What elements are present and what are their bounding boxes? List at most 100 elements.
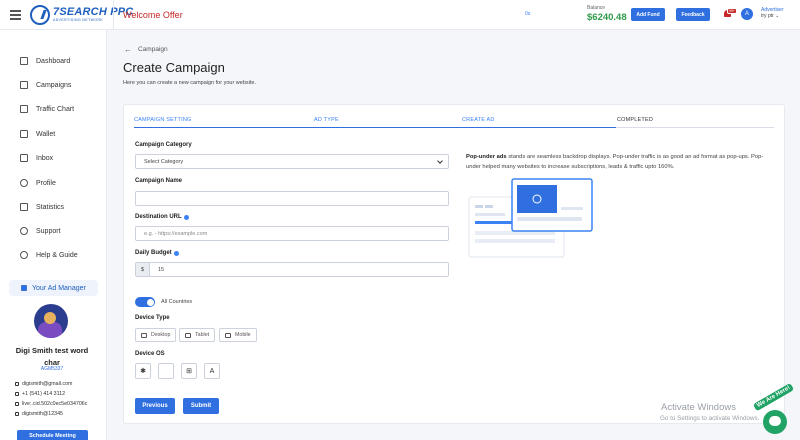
apple-icon[interactable] bbox=[158, 363, 174, 379]
info-icon[interactable] bbox=[173, 250, 179, 256]
timer-text: 0s bbox=[525, 11, 531, 17]
desktop-icon bbox=[141, 332, 147, 338]
top-bar: 7SEARCH PPC ADVERTISING NETWORK Welcome … bbox=[0, 0, 800, 30]
sidebar-item-help[interactable]: Help & Guide bbox=[20, 251, 78, 259]
ad-manager-header: Your Ad Manager bbox=[9, 280, 98, 296]
sidebar-item-support[interactable]: Support bbox=[20, 227, 61, 235]
step-campaign-setting[interactable]: CAMPAIGN SETTING bbox=[134, 117, 192, 123]
sidebar-item-campaigns[interactable]: Campaigns bbox=[20, 81, 71, 89]
destination-url-input[interactable]: e.g. - https://example.com bbox=[135, 226, 449, 241]
phone-icon bbox=[15, 392, 19, 396]
balance: Balance $6240.48 bbox=[587, 5, 627, 23]
sidebar-item-statistics[interactable]: Statistics bbox=[20, 203, 64, 211]
manager-phone[interactable]: +1 (541) 414 3112 bbox=[15, 391, 65, 397]
logo[interactable]: 7SEARCH PPC ADVERTISING NETWORK bbox=[30, 5, 133, 25]
info-icon[interactable] bbox=[183, 214, 189, 220]
daily-budget-label: Daily Budget bbox=[135, 250, 179, 256]
telegram-icon bbox=[15, 412, 19, 416]
device-type-label: Device Type bbox=[135, 315, 170, 321]
all-countries-toggle-row[interactable]: All Countries bbox=[135, 297, 192, 307]
sidebar-item-profile[interactable]: Profile bbox=[20, 179, 56, 187]
windows-activation-text: Go to Settings to activate Windows. bbox=[660, 415, 760, 422]
step-ad-type[interactable]: AD TYPE bbox=[314, 117, 339, 123]
home-icon bbox=[20, 57, 28, 65]
popunder-illustration bbox=[468, 178, 593, 258]
destination-url-label: Destination URL bbox=[135, 214, 189, 220]
popunder-description: Pop-under ads stands are seamless backdr… bbox=[466, 154, 764, 170]
balance-label: Balance bbox=[587, 5, 606, 11]
all-countries-toggle[interactable] bbox=[135, 297, 155, 307]
currency-prefix: $ bbox=[136, 263, 150, 276]
sidebar-item-dashboard[interactable]: Dashboard bbox=[20, 57, 70, 65]
campaign-name-input[interactable] bbox=[135, 191, 449, 206]
support-icon bbox=[20, 227, 28, 235]
wallet-icon bbox=[20, 130, 28, 138]
sidebar-item-label: Wallet bbox=[36, 130, 56, 138]
feedback-button[interactable]: Feedback bbox=[676, 8, 710, 21]
profile-icon bbox=[20, 179, 28, 187]
manager-icon bbox=[21, 285, 27, 291]
sidebar-item-label: Campaigns bbox=[36, 81, 72, 89]
sidebar-item-label: Dashboard bbox=[36, 57, 71, 65]
chevron-down-icon: ⌄ bbox=[775, 13, 780, 20]
linux-icon[interactable]: A bbox=[204, 363, 220, 379]
manager-photo bbox=[34, 304, 68, 338]
logo-mark-icon bbox=[30, 5, 50, 25]
breadcrumb[interactable]: ← Campaign bbox=[124, 45, 168, 54]
menu-icon[interactable] bbox=[10, 10, 21, 20]
windows-icon[interactable]: ⊞ bbox=[181, 363, 197, 379]
step-create-ad[interactable]: CREATE AD bbox=[462, 117, 495, 123]
stepper-track bbox=[616, 127, 774, 128]
user-name: try ptr ⌄ bbox=[761, 13, 780, 20]
page-title: Create Campaign bbox=[123, 60, 225, 75]
sidebar-item-label: Traffic Chart bbox=[36, 105, 75, 113]
manager-skype[interactable]: live:.cid.502c0ec5e034706c bbox=[15, 401, 87, 407]
campaigns-icon bbox=[20, 81, 28, 89]
previous-button[interactable]: Previous bbox=[135, 398, 175, 414]
manager-id: AGM5337 bbox=[40, 366, 64, 372]
category-label: Campaign Category bbox=[135, 142, 192, 148]
stepper-progress bbox=[134, 127, 616, 129]
notifications-bell-icon[interactable]: 99+ bbox=[723, 8, 737, 20]
balance-value: $6240.48 bbox=[587, 12, 627, 23]
mail-icon bbox=[15, 382, 19, 386]
all-countries-label: All Countries bbox=[161, 299, 193, 305]
manager-email[interactable]: digismith@gmail.com bbox=[15, 381, 72, 387]
manager-telegram[interactable]: digismith@12345 bbox=[15, 411, 63, 417]
sidebar-item-wallet[interactable]: Wallet bbox=[20, 130, 55, 138]
android-icon[interactable]: ✱ bbox=[135, 363, 151, 379]
avatar[interactable]: A bbox=[741, 8, 753, 20]
daily-budget-input[interactable]: $15 bbox=[135, 262, 449, 277]
back-arrow-icon[interactable]: ← bbox=[124, 45, 132, 54]
chart-icon bbox=[20, 105, 28, 113]
device-tablet[interactable]: Tablet bbox=[179, 328, 216, 342]
windows-activation-title: Activate Windows bbox=[661, 402, 736, 413]
chat-icon[interactable] bbox=[763, 410, 787, 434]
page-subtitle: Here you can create a new campaign for y… bbox=[123, 80, 256, 86]
logo-text: 7SEARCH PPC bbox=[53, 6, 134, 19]
device-os-label: Device OS bbox=[135, 351, 165, 357]
device-desktop[interactable]: Desktop bbox=[135, 328, 177, 342]
ad-manager-label: Your Ad Manager bbox=[32, 284, 86, 292]
sidebar-item-inbox[interactable]: Inbox bbox=[20, 154, 53, 162]
category-select[interactable]: Select Category bbox=[135, 154, 449, 169]
welcome-offer-link[interactable]: Welcome Offer bbox=[123, 10, 183, 20]
help-icon bbox=[20, 251, 28, 259]
schedule-meeting-button[interactable]: Schedule Meeting bbox=[17, 430, 88, 440]
sidebar-item-traffic-chart[interactable]: Traffic Chart bbox=[20, 105, 74, 113]
stepper: CAMPAIGN SETTING AD TYPE CREATE AD COMPL… bbox=[134, 117, 774, 129]
submit-button[interactable]: Submit bbox=[183, 398, 219, 414]
divider bbox=[113, 0, 114, 30]
add-fund-button[interactable]: Add Fund bbox=[631, 8, 665, 21]
tablet-icon bbox=[185, 332, 191, 338]
notification-badge: 99+ bbox=[727, 8, 737, 14]
statistics-icon bbox=[20, 203, 28, 211]
device-mobile[interactable]: Mobile bbox=[219, 328, 257, 342]
campaign-card: CAMPAIGN SETTING AD TYPE CREATE AD COMPL… bbox=[123, 104, 785, 424]
sidebar-item-label: Profile bbox=[36, 179, 56, 187]
sidebar-item-label: Support bbox=[36, 227, 61, 235]
step-completed[interactable]: COMPLETED bbox=[617, 117, 653, 123]
inbox-icon bbox=[20, 154, 28, 162]
sidebar-item-label: Inbox bbox=[36, 154, 54, 162]
user-menu[interactable]: Advertiser try ptr ⌄ bbox=[761, 7, 784, 20]
